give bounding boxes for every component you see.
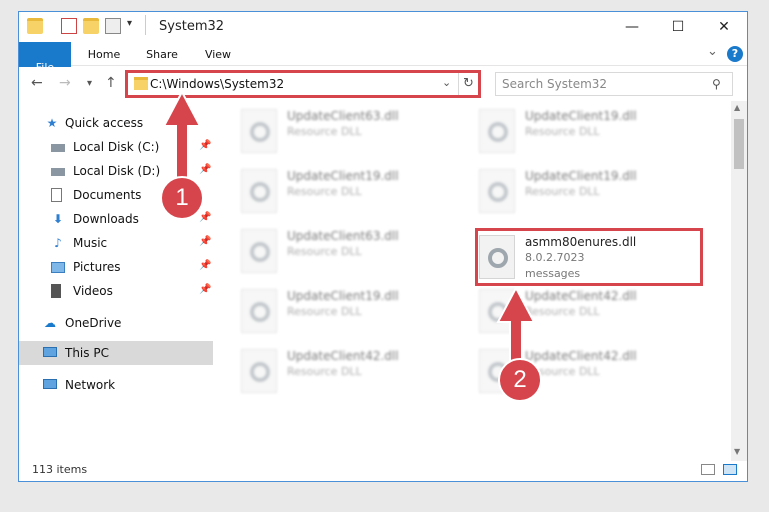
step-badge-2: 2 bbox=[498, 358, 542, 402]
step-badge-1: 1 bbox=[160, 176, 204, 220]
annotation-arrows bbox=[162, 89, 536, 371]
